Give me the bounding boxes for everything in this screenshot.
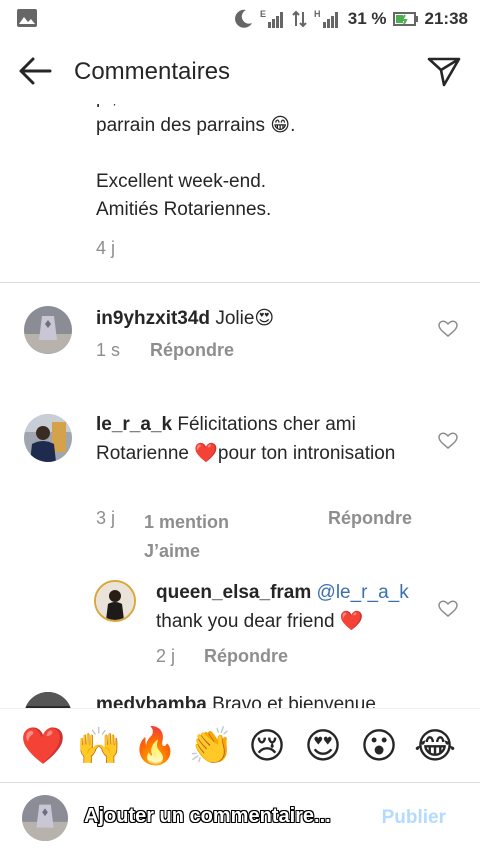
publish-button[interactable]: Publier [382,807,446,829]
caption-divider [0,282,480,283]
svg-text:H: H [314,9,321,19]
heart-icon[interactable] [438,600,458,618]
page-title: Commentaires [74,58,231,85]
svg-text:E: E [260,9,266,19]
avatar[interactable] [94,580,136,622]
battery-percent: 31 % [347,9,387,28]
comment-username[interactable]: medybamba [96,694,207,708]
comment-mention[interactable]: @le_r_a_k [317,582,409,603]
emoji-heart-eyes-button[interactable]: 😍 [300,725,346,769]
emoji-quick-bar: ❤️ 🙌 🔥 👏 😢 😍 😮 😂 [0,708,480,782]
comment-username[interactable]: le_r_a_k [96,414,172,435]
arrow-left-icon[interactable] [16,54,54,88]
comment-username[interactable]: in9yhzxit34d [96,308,210,329]
caption-line-4: Amitiés Rotariennes. [96,199,272,220]
paper-plane-icon[interactable] [426,54,462,88]
comment-text: le_r_a_k Félicitations cher ami Rotarien… [96,410,426,468]
comments-list[interactable]: p , parrain des parrains 😁. Excellent we… [0,104,480,708]
reply-button[interactable]: Répondre [150,340,234,361]
comment-time: 1 s [96,340,121,360]
comment-username[interactable]: queen_elsa_fram [156,582,311,603]
comment-meta: 1 s Répondre [96,340,234,361]
likes-count[interactable]: 1 mention J’aime [144,508,328,566]
gallery-icon [17,9,37,27]
emoji-fire-button[interactable]: 🔥 [132,725,178,769]
caption-line-1: parrain des parrains 😁. [96,115,296,136]
comment-body: thank you dear friend ❤️ [156,611,364,632]
likes-line-2: J’aime [144,541,201,561]
caption-line-cut: p , [96,104,456,112]
reply-button[interactable]: Répondre [328,508,412,566]
comment-text: medybamba Bravo et bienvenue [96,690,406,708]
avatar[interactable] [24,306,72,354]
post-caption: p , parrain des parrains 😁. Excellent we… [96,104,456,224]
avatar[interactable] [24,692,72,708]
comment-body: Bravo et bienvenue [212,694,376,708]
status-icons: E H 31 % 21:38 [232,6,468,32]
battery-charging-icon [392,12,418,26]
comment-text: in9yhzxit34d Jolie😍 [96,304,426,333]
emoji-surprised-button[interactable]: 😮 [356,725,402,769]
emoji-laughing-button[interactable]: 😂 [412,725,458,769]
caption-timestamp: 4 j [96,238,116,258]
comment-body: Jolie😍 [215,308,275,329]
status-bar: E H 31 % 21:38 [0,0,480,38]
comment-time: 2 j [156,646,176,666]
comment-meta: 3 j 1 mention J’aime Répondre [96,508,412,566]
heart-icon[interactable] [438,320,458,338]
emoji-clap-button[interactable]: 👏 [188,725,234,769]
reply-button[interactable]: Répondre [204,646,288,667]
comment-time: 3 j [96,508,116,528]
heart-icon[interactable] [438,432,458,450]
caption-line-3: Excellent week-end. [96,171,267,192]
comment-meta: 2 j Répondre [156,646,288,667]
moon-icon [234,9,252,28]
avatar[interactable] [24,414,72,462]
emoji-crying-button[interactable]: 😢 [244,725,290,769]
emoji-heart-button[interactable]: ❤️ [20,725,66,769]
data-transfer-icon [292,10,307,28]
clock: 21:38 [424,9,468,28]
comment-input[interactable]: Ajouter un commentaire... [84,805,331,828]
signal-e-icon: E [260,9,283,28]
comment-input-bar: Ajouter un commentaire... Publier [0,783,480,854]
avatar [22,795,68,841]
likes-line-1: 1 mention [144,512,230,532]
emoji-raised-hands-button[interactable]: 🙌 [76,725,122,769]
signal-h-icon: H [314,9,338,28]
comment-text: queen_elsa_fram @le_r_a_k thank you dear… [156,578,436,636]
app-header: Commentaires [0,38,480,104]
